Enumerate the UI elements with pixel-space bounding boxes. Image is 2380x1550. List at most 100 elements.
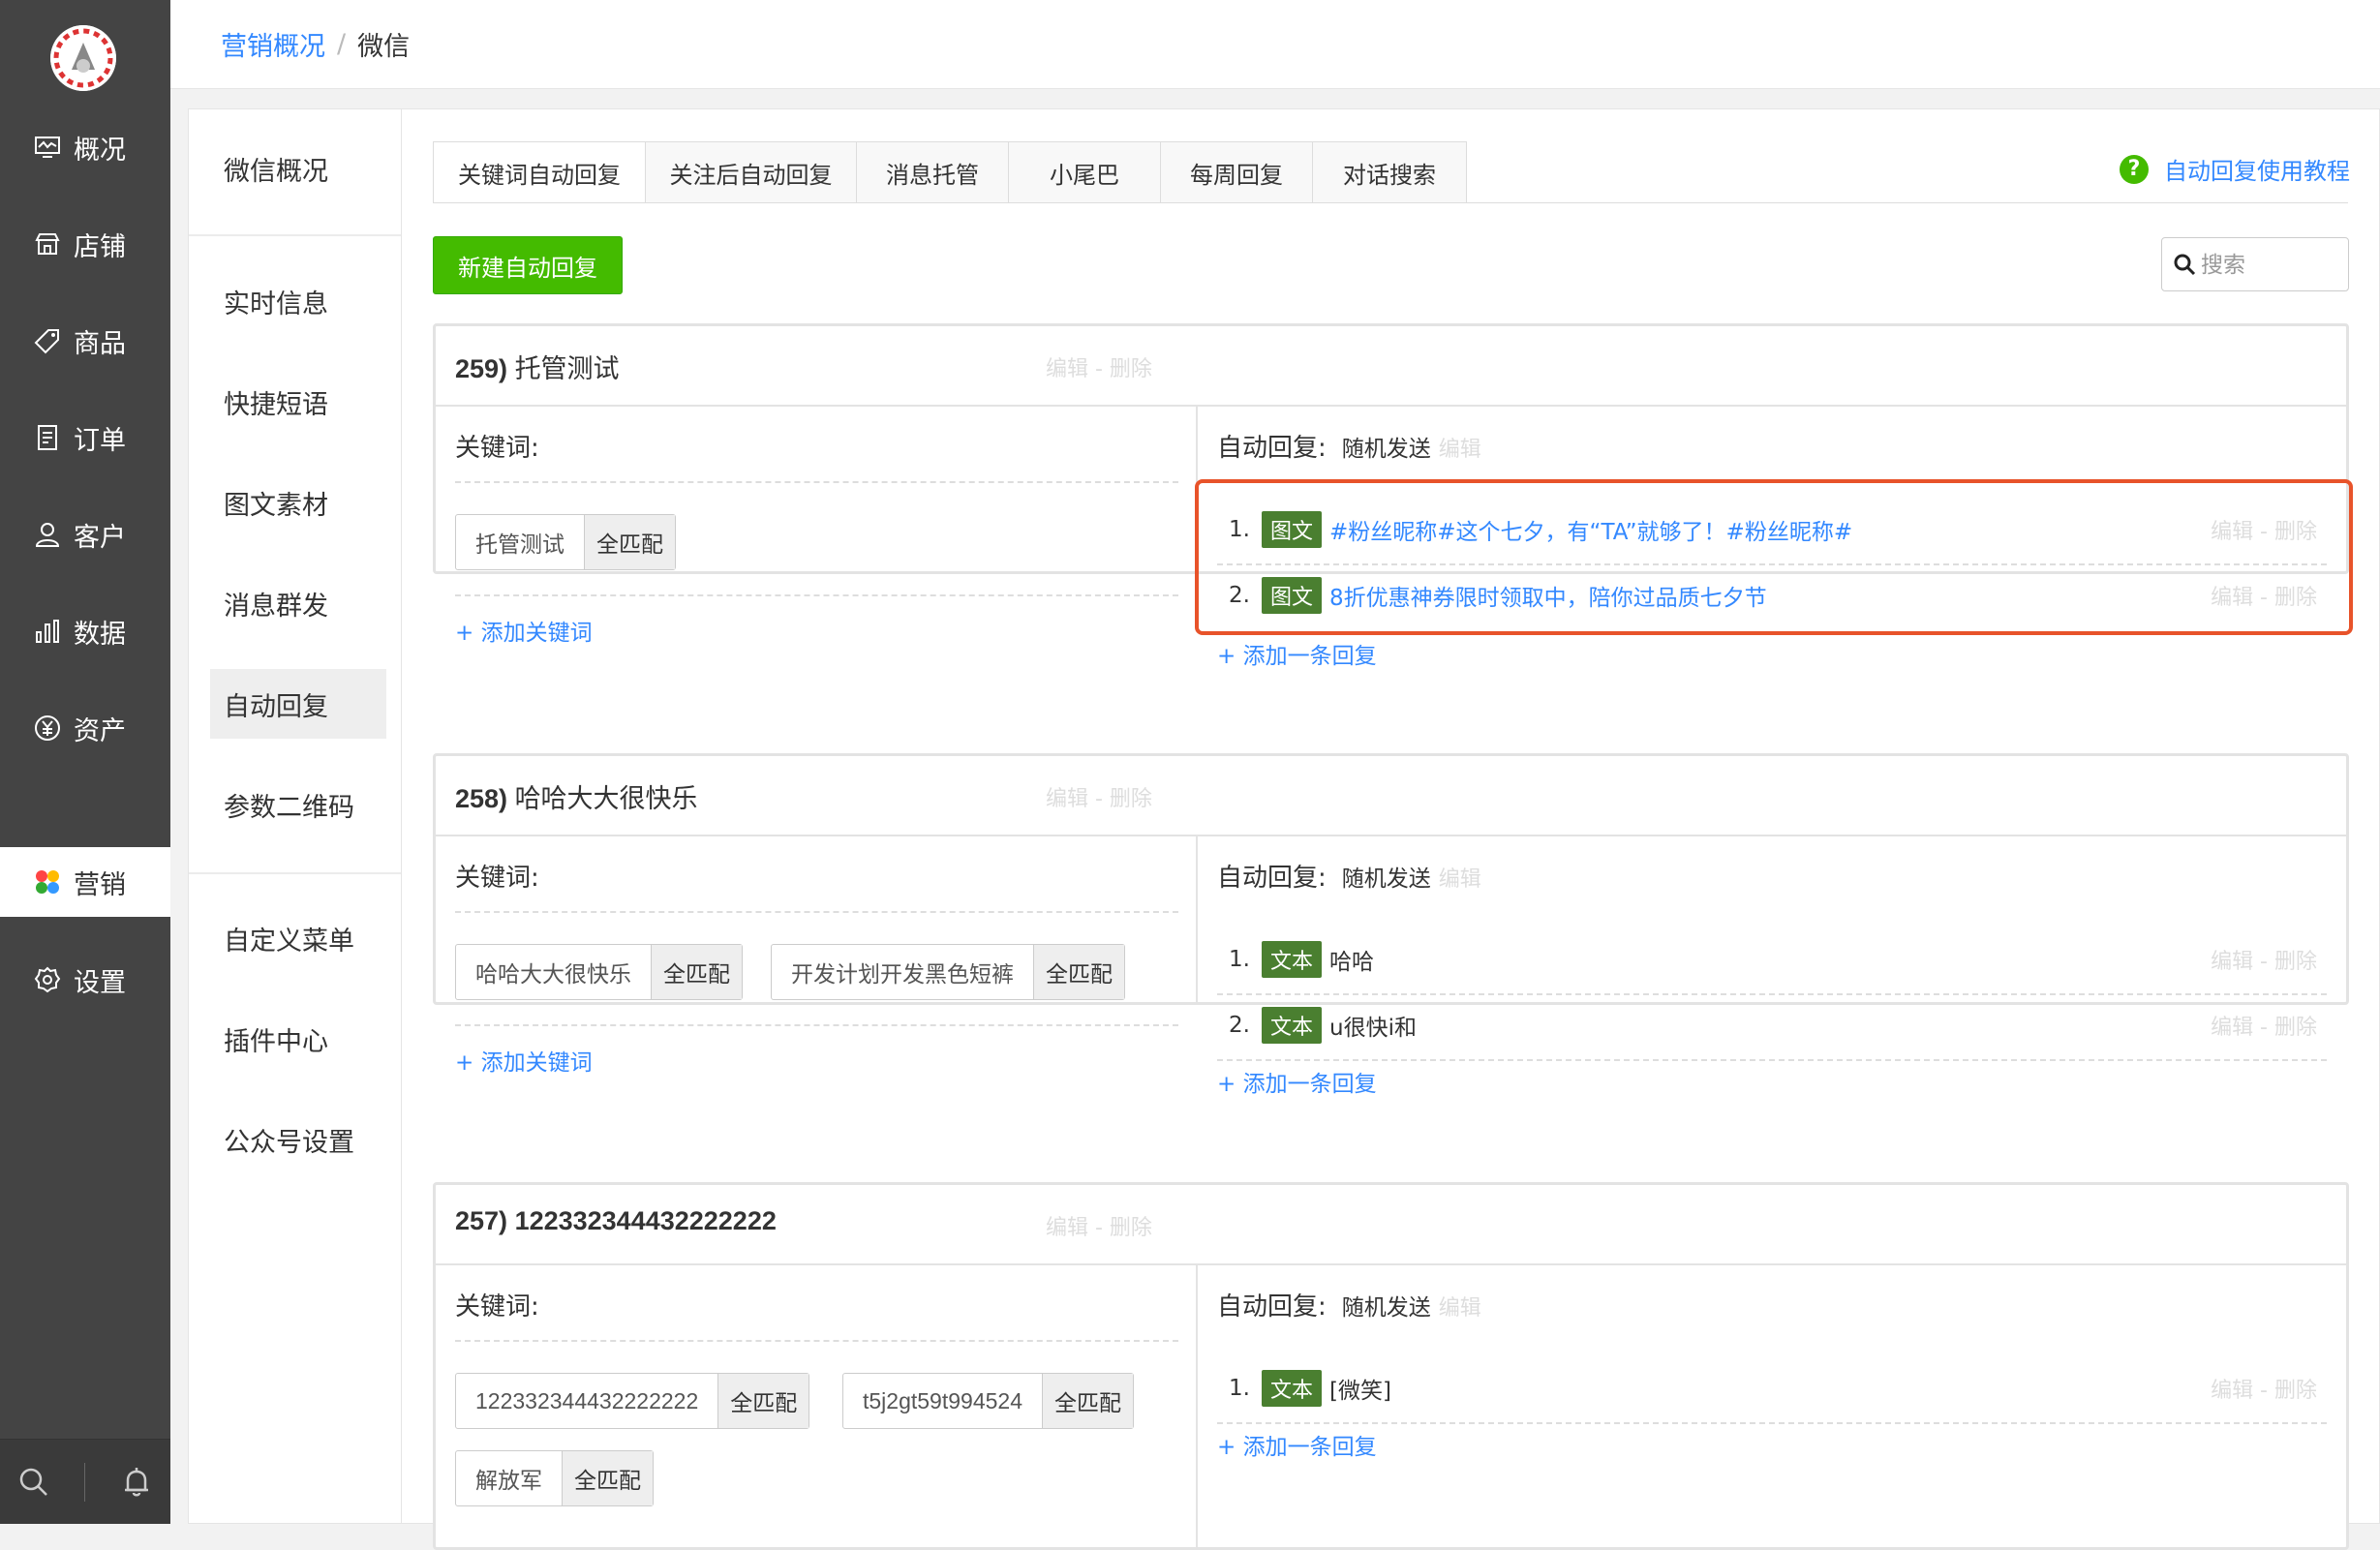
order-icon [38,425,57,450]
reply-edit-delete[interactable]: 编辑 - 删除 [2211,944,2317,975]
bell-icon[interactable] [120,1466,153,1499]
keyword-tag[interactable]: t5j2gt59t994524 全匹配 [842,1373,1134,1429]
user-icon [35,523,60,547]
auto-reply-label: 自动回复: 随机发送 编辑 [1217,1287,1481,1322]
reply-number: 1. [1229,947,1250,972]
subnav-item-quick-phrases[interactable]: 快捷短语 [210,367,386,437]
nav-item-store[interactable]: 店铺 [0,209,170,279]
keyword-match-type[interactable]: 全匹配 [651,945,742,999]
keyword-tag[interactable]: 哈哈大大很快乐 全匹配 [455,944,743,1000]
store-icon [35,233,60,255]
reply-text: [微笑] [1329,1379,1391,1404]
search-input[interactable] [2201,251,2336,278]
nav-item-overview[interactable]: 概况 [0,112,170,182]
keyword-text: 托管测试 [475,532,564,557]
reply-text[interactable]: 8折优惠神券限时领取中，陪你过品质七夕节 [1329,579,1767,612]
keyword-tag[interactable]: 122332344432222222 全匹配 [455,1373,810,1429]
nav-item-goods[interactable]: 商品 [0,306,170,376]
reply-type-badge: 图文 [1262,511,1323,548]
nav-item-settings[interactable]: 设置 [0,945,170,1015]
reply-item: 2. 文本 u很快i和 编辑 - 删除 [1217,993,2327,1057]
tab-chat-search[interactable]: 对话搜索 [1312,141,1467,203]
nav-label: 概况 [74,135,126,166]
breadcrumb-current: 微信 [357,32,411,62]
keyword-match-type[interactable]: 全匹配 [584,515,675,569]
tab-tail[interactable]: 小尾巴 [1008,141,1161,203]
subnav-item-auto-reply[interactable]: 自动回复 [210,669,386,739]
keyword-tag[interactable]: 托管测试 全匹配 [455,514,676,570]
nav-label: 数据 [74,619,126,650]
add-keyword-link[interactable]: + 添加关键词 [455,614,593,647]
subnav-item-custom-menu[interactable]: 自定义菜单 [210,903,386,973]
reply-edit-delete[interactable]: 编辑 - 删除 [2211,580,2317,611]
reply-mode-edit-link[interactable]: 编辑 [1439,438,1481,462]
dashed-divider [455,594,1178,596]
nav-item-data[interactable]: 数据 [0,596,170,666]
rule-header: 259) 托管测试 编辑 - 删除 [436,326,2346,407]
tab-follow-reply[interactable]: 关注后自动回复 [645,141,857,203]
breadcrumb: 营销概况 / 微信 [170,0,2380,89]
keyword-match-type[interactable]: 全匹配 [1033,945,1124,999]
nav-item-customers[interactable]: 客户 [0,500,170,569]
keyword-match-type[interactable]: 全匹配 [562,1451,653,1505]
add-reply-link[interactable]: + 添加一条回复 [1217,1065,1377,1098]
rule-edit-delete[interactable]: 编辑 - 删除 [1046,351,1152,382]
rule-edit-delete[interactable]: 编辑 - 删除 [1046,1210,1152,1241]
reply-edit-delete[interactable]: 编辑 - 删除 [2211,1010,2317,1041]
nav-label: 客户 [74,522,126,553]
reply-number: 1. [1229,517,1250,542]
subnav-item-qrcode[interactable]: 参数二维码 [210,770,386,839]
subnav-item-overview[interactable]: 微信概况 [210,134,386,203]
auto-reply-label-text: 自动回复: [1217,434,1327,463]
rule-header: 258) 哈哈大大很快乐 编辑 - 删除 [436,756,2346,836]
reply-mode-edit-link[interactable]: 编辑 [1439,1296,1481,1321]
new-auto-reply-button[interactable]: 新建自动回复 [433,236,623,294]
search-icon[interactable] [17,1466,50,1499]
add-keyword-link[interactable]: + 添加关键词 [455,1044,593,1077]
rule-title: 257) 122332344432222222 [455,1206,777,1236]
reply-mode-edit-link[interactable]: 编辑 [1439,867,1481,892]
nav-item-marketing[interactable]: 营销 [0,847,170,917]
tab-hosting[interactable]: 消息托管 [856,141,1009,203]
replies-column: 自动回复: 随机发送 编辑 1. 文本 哈哈 编辑 - 删除 2. 文本 u很快i和… [1198,836,2346,1097]
reply-type-badge: 文本 [1262,1007,1323,1044]
subnav-divider [189,872,401,874]
tab-weekly-reply[interactable]: 每周回复 [1160,141,1313,203]
subnav-divider [189,234,401,236]
reply-edit-delete[interactable]: 编辑 - 删除 [2211,514,2317,545]
keywords-column: 关键词: 122332344432222222 全匹配 t5j2gt59t994… [436,1265,1198,1547]
rule-card: 257) 122332344432222222 编辑 - 删除 关键词: 122… [433,1182,2349,1550]
nav-item-orders[interactable]: 订单 [0,403,170,472]
keyword-match-type[interactable]: 全匹配 [717,1374,809,1428]
help-icon: ? [2120,154,2149,184]
reply-edit-delete[interactable]: 编辑 - 删除 [2211,1373,2317,1404]
subnav-item-realtime[interactable]: 实时信息 [210,266,386,336]
keyword-match-type[interactable]: 全匹配 [1042,1374,1133,1428]
nav-item-assets[interactable]: 资产 [0,693,170,763]
breadcrumb-parent-link[interactable]: 营销概况 [221,25,325,63]
subnav-item-account-settings[interactable]: 公众号设置 [210,1105,386,1174]
reply-type-badge: 图文 [1262,577,1323,614]
dashed-divider [455,911,1178,913]
keyword-tag[interactable]: 开发计划开发黑色短裤 全匹配 [771,944,1125,1000]
add-reply-link[interactable]: + 添加一条回复 [1217,1428,1377,1461]
tab-keyword-reply[interactable]: 关键词自动回复 [433,141,646,203]
reply-text[interactable]: #粉丝昵称#这个七夕，有“TA”就够了！#粉丝昵称# [1329,513,1852,546]
nav-label: 商品 [74,328,126,359]
auto-reply-label: 自动回复: 随机发送 编辑 [1217,858,1481,894]
keyword-text: 122332344432222222 [475,1387,699,1413]
rule-edit-delete[interactable]: 编辑 - 删除 [1046,781,1152,812]
reply-type-badge: 文本 [1262,941,1323,978]
auto-reply-label-text: 自动回复: [1217,864,1327,893]
help-link[interactable]: ? 自动回复使用教程 [2120,152,2350,186]
reply-text: u很快i和 [1329,1016,1417,1041]
reply-type-badge: 文本 [1262,1370,1323,1407]
subnav-item-plugins[interactable]: 插件中心 [210,1004,386,1074]
subnav-item-mass-send[interactable]: 消息群发 [210,568,386,638]
subnav-item-materials[interactable]: 图文素材 [210,468,386,537]
dashed-divider [455,1024,1178,1026]
breadcrumb-separator: / [337,29,347,59]
shop-logo[interactable] [50,25,116,91]
keyword-tag[interactable]: 解放军 全匹配 [455,1450,654,1506]
add-reply-link[interactable]: + 添加一条回复 [1217,637,1377,670]
